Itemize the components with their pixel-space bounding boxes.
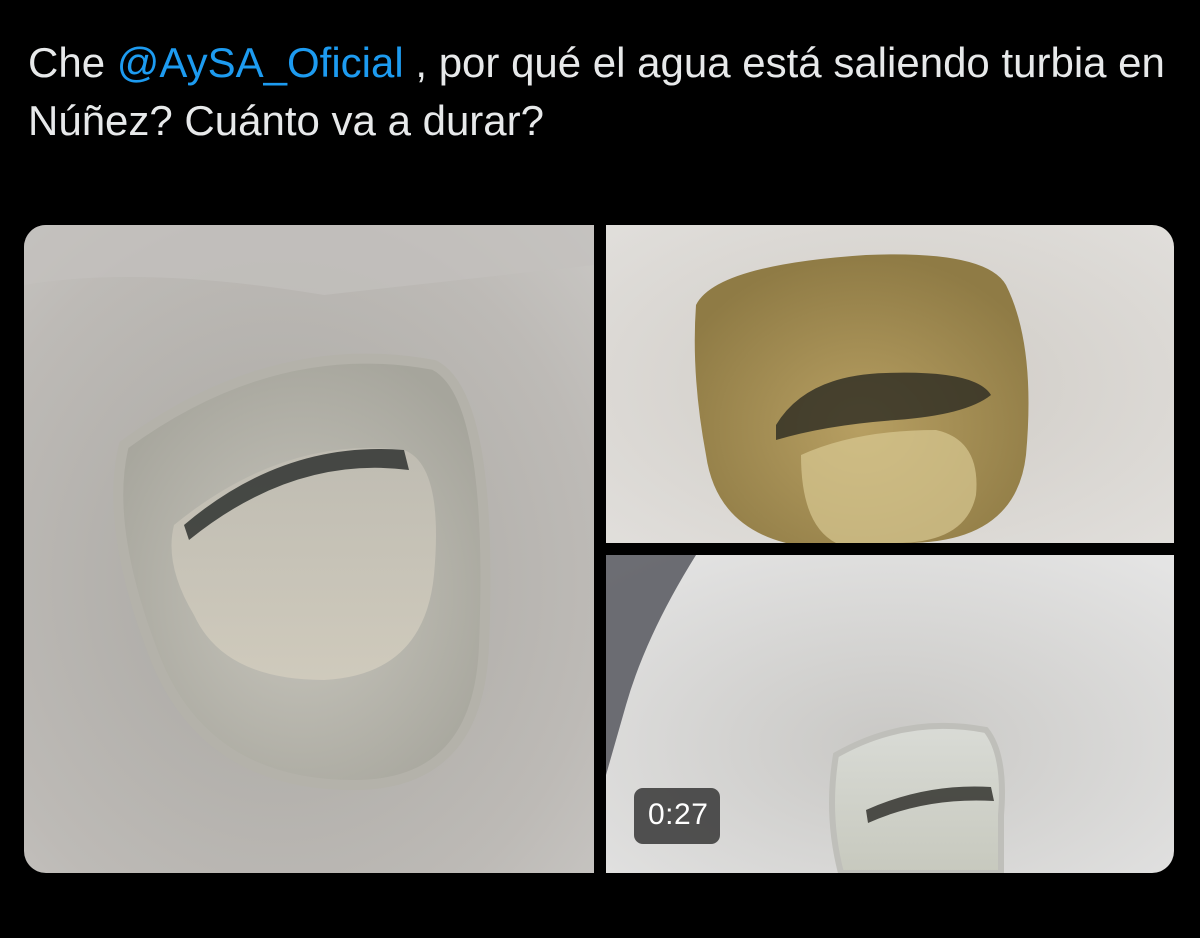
photo-toilet-clear-water[interactable]	[24, 225, 594, 873]
video-duration-badge: 0:27	[634, 788, 721, 844]
tweet-text-before: Che	[28, 39, 117, 86]
mention-link[interactable]: @AySA_Oficial	[117, 39, 404, 86]
tweet-text: Che @AySA_Oficial , por qué el agua está…	[28, 34, 1178, 150]
photo-toilet-brown-water[interactable]	[606, 225, 1174, 543]
media-grid	[24, 225, 1174, 873]
